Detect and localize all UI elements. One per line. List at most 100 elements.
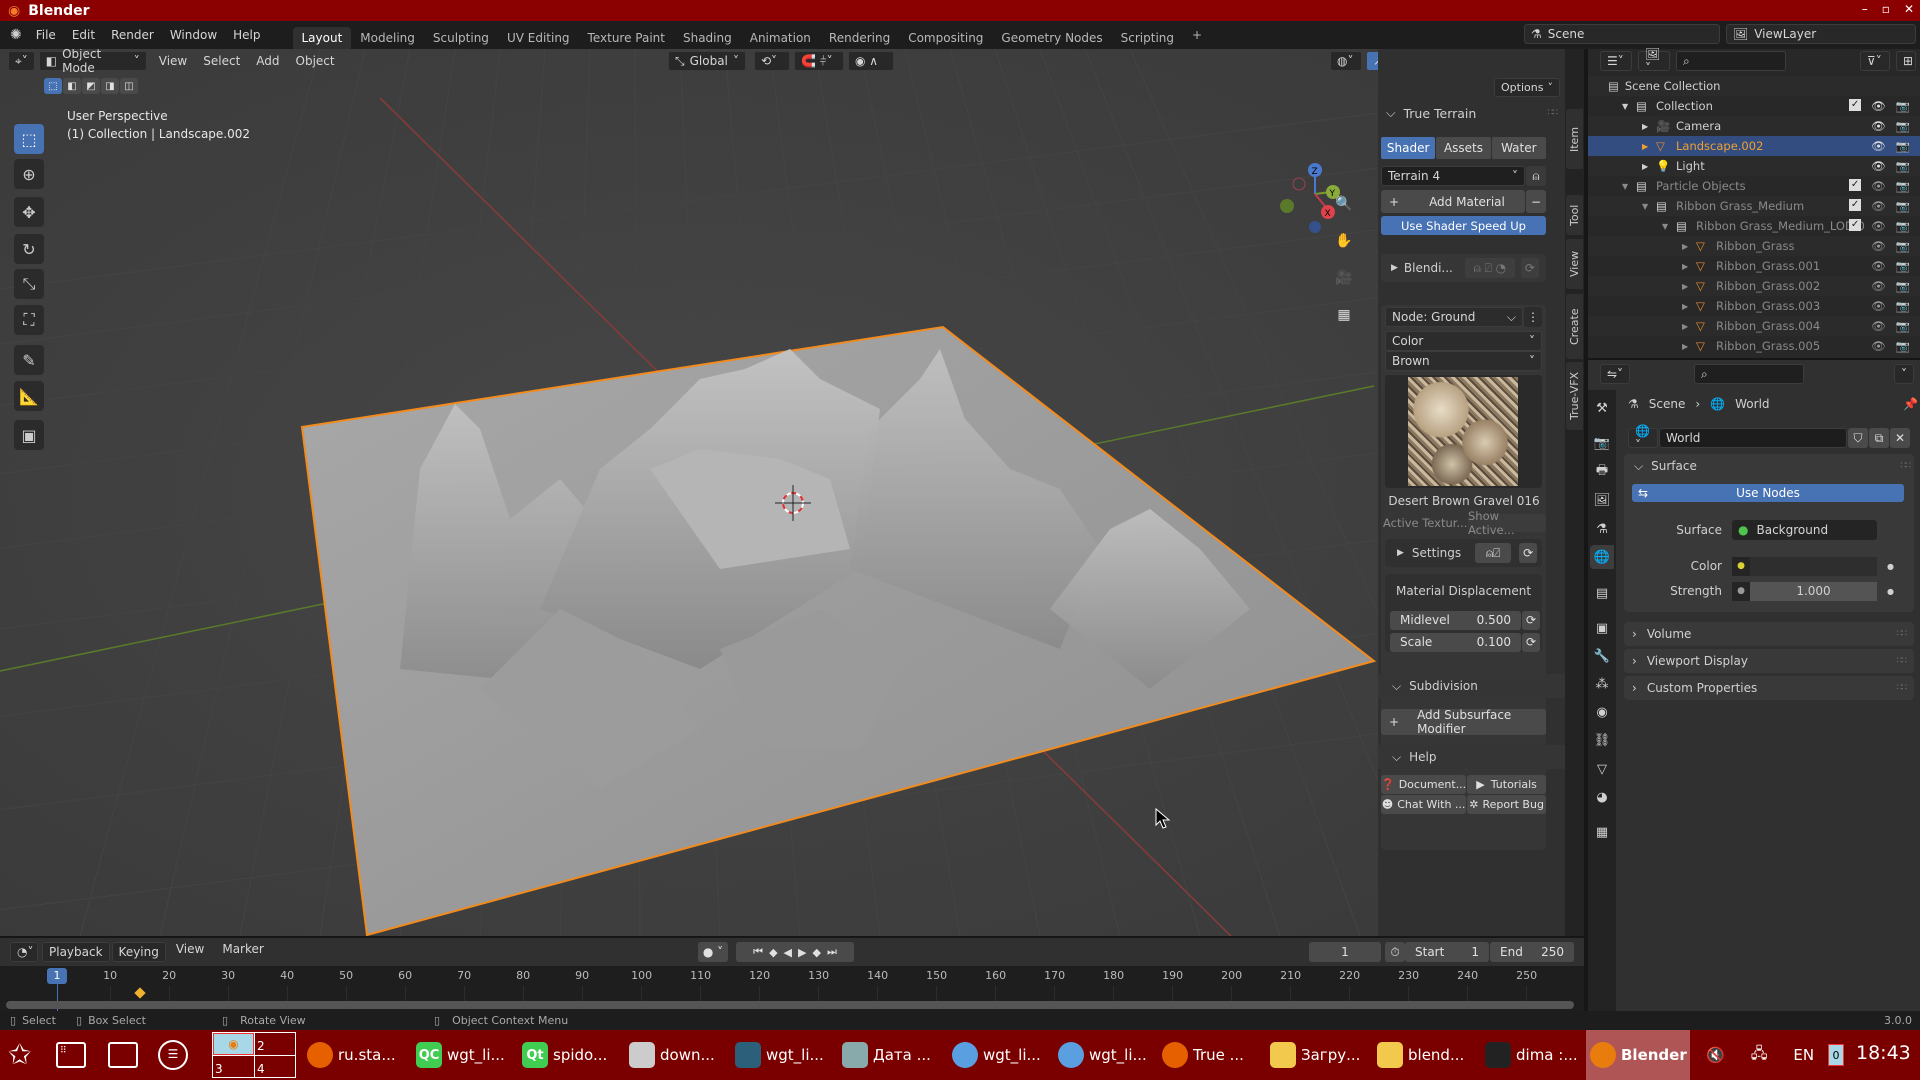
properties-tab-collection-icon[interactable]: ▤ [1590, 581, 1614, 605]
render-camera-icon[interactable]: 📷 [1896, 199, 1910, 213]
timeline-menu-marker[interactable]: Marker [214, 942, 271, 962]
outliner-search-input[interactable]: ⌕ [1676, 51, 1786, 71]
workspace-tab-compositing[interactable]: Compositing [899, 27, 992, 49]
chat-button[interactable]: ☻ Chat With ... [1381, 795, 1467, 814]
annotate-icon[interactable]: ✎ [14, 345, 44, 375]
outliner-row[interactable]: ▶ ▽ Landscape.002 👁 📷 [1588, 136, 1920, 156]
taskbar-task[interactable]: wgt_li... [948, 1030, 1048, 1080]
subdivision-header[interactable]: ⌵ Subdivision [1378, 674, 1565, 698]
expanded-triangle-icon[interactable]: ▼ [1662, 222, 1670, 231]
selectability-visibility-selector[interactable]: ◍˅ [1330, 51, 1362, 71]
next-keyframe-icon[interactable]: ◆ [812, 946, 820, 959]
taskbar-task[interactable]: QC wgt_li... [412, 1030, 512, 1080]
midlevel-field[interactable]: Midlevel 0.500 [1390, 610, 1521, 630]
surface-shader-selector[interactable]: ● Background [1732, 520, 1877, 540]
jump-end-icon[interactable]: ⏭ [827, 945, 837, 959]
clock[interactable]: 18:43 [1856, 1042, 1911, 1064]
render-camera-icon[interactable]: 📷 [1896, 99, 1910, 113]
viewport-menu-add[interactable]: Add [248, 54, 287, 68]
eye-icon[interactable]: 👁 [1871, 219, 1886, 233]
add-cube-icon[interactable]: ▣ [14, 420, 44, 450]
select-new-button[interactable]: ⬚ [44, 78, 62, 94]
outliner-row[interactable]: ▶ ▽ Ribbon_Grass.005 👁 📷 [1588, 336, 1920, 356]
mode-selector[interactable]: ◧ Object Mode ˅ [38, 49, 147, 75]
refresh-icon[interactable]: ⟳ [1522, 632, 1540, 652]
collapsed-triangle-icon[interactable]: ▶ [1642, 162, 1650, 171]
3d-viewport[interactable]: Z Y X ⌖˅ ◧ Object Mode ˅ View Select Add Obje… [0, 49, 1565, 936]
breadcrumb-world[interactable]: World [1735, 397, 1769, 411]
render-camera-icon[interactable]: 📷 [1896, 119, 1910, 133]
terrain-user-icon[interactable]: ⍝ [1526, 166, 1546, 186]
collapsed-triangle-icon[interactable]: ▶ [1682, 242, 1690, 251]
volume-muted-icon[interactable]: 🔇 [1706, 1046, 1725, 1064]
timeline-editor-type[interactable]: ◔˅ [10, 942, 38, 962]
eye-icon[interactable]: 👁 [1871, 259, 1886, 273]
select-box-icon[interactable]: ⬚ [14, 124, 44, 154]
outliner-row-scene-collection[interactable]: ▤ Scene Collection [1588, 76, 1920, 96]
taskbar-task[interactable]: down... [625, 1030, 725, 1080]
more-options-icon[interactable]: ⋮ [1524, 307, 1542, 327]
select-subtract-button[interactable]: ◩ [82, 78, 100, 94]
properties-tab-world-icon[interactable]: 🌐 [1590, 545, 1614, 569]
eye-icon[interactable]: 👁 [1871, 279, 1886, 293]
prev-keyframe-icon[interactable]: ◆ [769, 946, 777, 959]
measure-icon[interactable]: 📐 [14, 381, 44, 411]
rotate-icon[interactable]: ↻ [14, 234, 44, 264]
eye-icon[interactable]: 👁 [1871, 119, 1886, 133]
timeline-menu-playback[interactable]: Playback [42, 942, 110, 962]
start-menu-star-icon[interactable]: ✩ [8, 1040, 31, 1070]
node-selector[interactable]: Node: Ground ⌵ [1385, 307, 1523, 327]
properties-tab-particles-icon[interactable]: ⁂ [1590, 672, 1614, 696]
use-nodes-button[interactable]: ⇆ Use Nodes [1632, 484, 1904, 502]
play-icon[interactable]: ▶ [798, 946, 806, 959]
close-button[interactable]: ✕ [1904, 2, 1914, 16]
texture-preview-image[interactable] [1408, 377, 1518, 486]
render-camera-icon[interactable]: 📷 [1896, 339, 1910, 353]
workspace-tab-rendering[interactable]: Rendering [820, 27, 899, 49]
tab-assets[interactable]: Assets [1436, 137, 1491, 159]
taskbar-task[interactable]: ru.sta... [303, 1030, 403, 1080]
eye-icon[interactable]: 👁 [1871, 299, 1886, 313]
unlink-icon[interactable]: ✕ [1890, 428, 1910, 448]
outliner-row[interactable]: ▼ ▤ Particle Objects ✓ 👁 📷 [1588, 176, 1920, 196]
scale-icon[interactable]: ⤡ [14, 269, 44, 299]
collapsed-triangle-icon[interactable]: ▶ [1642, 122, 1650, 131]
timeline-menu-view[interactable]: View [168, 942, 212, 962]
strength-field[interactable]: 1.000 [1750, 581, 1877, 601]
scale-field[interactable]: Scale 0.100 [1390, 632, 1521, 652]
properties-tab-data-icon[interactable]: ▽ [1590, 757, 1614, 781]
viewport-menu-select[interactable]: Select [195, 54, 248, 68]
strength-socket-icon[interactable]: ● [1732, 581, 1750, 601]
display-mode-selector[interactable]: ☰˅ [1600, 51, 1632, 71]
blending-subpanel[interactable]: Blendi... [1404, 261, 1453, 275]
properties-tab-scene-icon[interactable]: ⚗ [1590, 517, 1614, 541]
workspace-tab-layout[interactable]: Layout [292, 27, 352, 49]
workspace-tab-shading[interactable]: Shading [674, 27, 741, 49]
keyboard-layout[interactable]: EN [1793, 1046, 1814, 1064]
properties-tab-view-layer-icon[interactable]: 🖼 [1590, 488, 1614, 512]
render-camera-icon[interactable]: 📷 [1896, 259, 1910, 273]
workspace-tab-scripting[interactable]: Scripting [1112, 27, 1183, 49]
taskbar-task[interactable]: True ... [1158, 1030, 1258, 1080]
preset-selector[interactable]: Brown ˅ [1385, 351, 1542, 371]
outliner-row[interactable]: ▶ ▽ Ribbon_Grass.003 👁 📷 [1588, 296, 1920, 316]
drag-handle-icon[interactable]: ∷∷ [1897, 656, 1908, 666]
expanded-triangle-icon[interactable]: ▼ [1642, 202, 1650, 211]
panel-custom-properties[interactable]: › Custom Properties ∷∷ [1624, 676, 1914, 700]
expanded-triangle-icon[interactable]: ▼ [1622, 182, 1630, 191]
properties-editor-type[interactable]: ⇋˅ [1600, 364, 1630, 384]
eye-icon[interactable]: 👁 [1871, 339, 1886, 353]
tab-shader[interactable]: Shader [1381, 137, 1436, 159]
taskbar-task[interactable]: blend... [1373, 1030, 1473, 1080]
app-grid-icon[interactable]: ⠿ [56, 1042, 86, 1068]
workspace-tab-uv-editing[interactable]: UV Editing [498, 27, 579, 49]
sidebar-tab-true-vfx[interactable]: True-VFX [1566, 362, 1583, 430]
outliner-row[interactable]: ▶ 💡 Light 👁 📷 [1588, 156, 1920, 176]
keyframe-dot-icon[interactable]: ● [1887, 587, 1894, 596]
properties-tab-material-icon[interactable]: ◕ [1590, 785, 1614, 809]
notification-counter[interactable]: 0 [1828, 1044, 1844, 1066]
options-dropdown[interactable]: Options ˅ [1494, 78, 1560, 97]
refresh-icon[interactable]: ⟳ [1522, 610, 1540, 630]
add-material-button[interactable]: + Add Material [1381, 190, 1525, 213]
breadcrumb-scene[interactable]: Scene [1649, 397, 1686, 411]
